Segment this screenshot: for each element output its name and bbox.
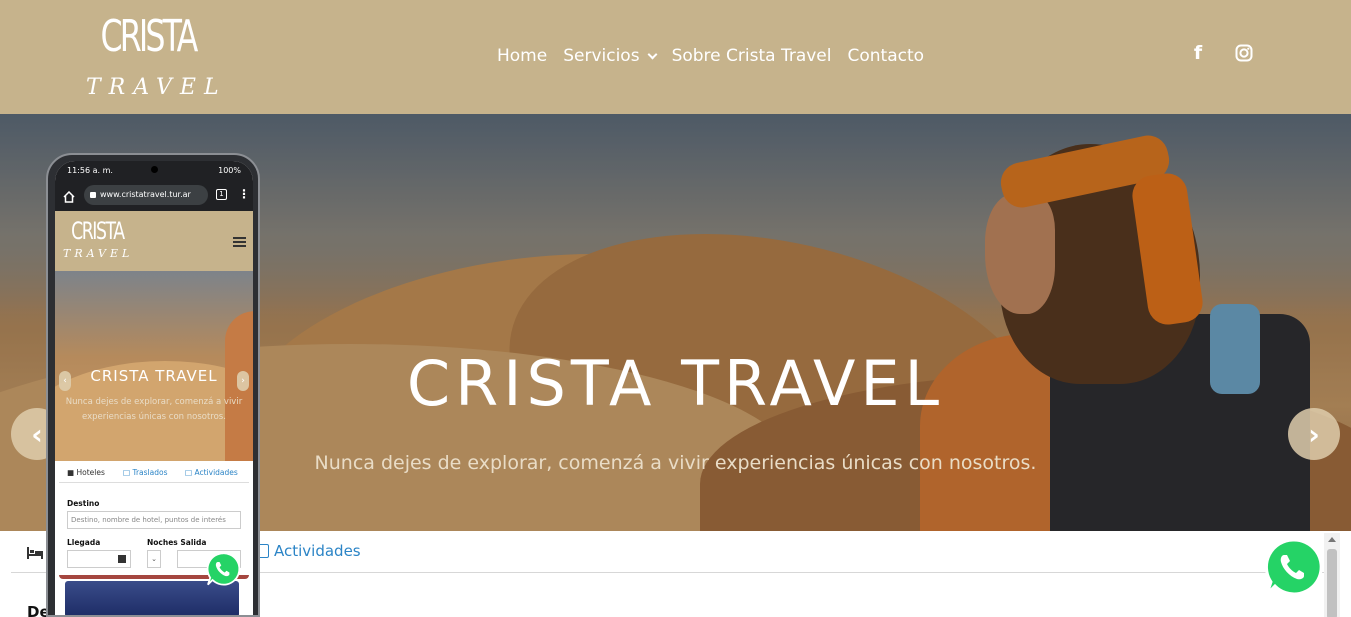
mobile-llegada-label: Llegada <box>67 538 101 547</box>
nav-sobre-crista-travel[interactable]: Sobre Crista Travel <box>672 46 832 66</box>
mobile-hero-subtitle: Nunca dejes de explorar, comenzá a vivir… <box>65 397 243 422</box>
mobile-nights-select[interactable]: ⌄ <box>147 550 161 568</box>
front-camera <box>151 166 158 173</box>
logo-main-text: CRISTA <box>100 11 199 62</box>
calendar-icon <box>118 555 126 563</box>
mobile-slider-prev[interactable]: ‹ <box>59 371 71 391</box>
crista-travel-logo[interactable]: CRISTA TRAVEL <box>86 2 227 108</box>
mobile-hero: CRISTA TRAVEL Nunca dejes de explorar, c… <box>55 271 253 461</box>
browser-menu-icon[interactable]: ⋮ <box>238 187 250 201</box>
slider-next-button[interactable]: › <box>1288 408 1340 460</box>
status-battery: 100% <box>218 166 241 175</box>
mobile-noches-label: Noches Salida <box>147 538 207 547</box>
mobile-whatsapp-icon[interactable] <box>205 551 241 587</box>
scroll-thumb[interactable] <box>1327 549 1337 617</box>
logo-sub-text: TRAVEL <box>86 75 227 100</box>
main-nav: Home Servicios Sobre Crista Travel Conta… <box>497 43 940 69</box>
mobile-logo[interactable]: CRISTA TRAVEL <box>63 213 134 261</box>
tab-actividades[interactable]: Actividades <box>257 542 361 560</box>
url-field[interactable]: www.cristatravel.tur.ar <box>84 185 208 205</box>
mobile-tab-actividades[interactable]: □ Actividades <box>185 468 238 477</box>
nav-home[interactable]: Home <box>497 46 547 66</box>
site-header: CRISTA TRAVEL Home Servicios Sobre Crist… <box>0 0 1351 114</box>
mobile-booking-tabs: ■ Hoteles □ Traslados □ Actividades <box>59 461 249 483</box>
status-time: 11:56 a. m. <box>67 166 113 175</box>
mobile-tab-traslados[interactable]: □ Traslados <box>123 468 168 477</box>
nav-servicios-label: Servicios <box>563 46 640 66</box>
phone-mockup: 11:56 a. m. 100% www.cristatravel.tur.ar… <box>46 153 260 617</box>
mobile-tab-hoteles-label: Hoteles <box>76 468 105 477</box>
mobile-llegada-input[interactable] <box>67 550 131 568</box>
mobile-logo-sub: TRAVEL <box>63 247 134 260</box>
mobile-hero-title: CRISTA TRAVEL <box>90 367 218 385</box>
lock-icon <box>90 192 96 198</box>
home-icon[interactable] <box>63 188 75 203</box>
facebook-icon[interactable]: f <box>1188 42 1208 64</box>
booking-scrollbar[interactable] <box>1324 533 1340 617</box>
phone-screen: 11:56 a. m. 100% www.cristatravel.tur.ar… <box>55 161 253 615</box>
bed-icon[interactable] <box>27 544 43 559</box>
mobile-slider-next[interactable]: › <box>237 371 249 391</box>
url-text: www.cristatravel.tur.ar <box>100 190 191 199</box>
mobile-tab-hoteles[interactable]: ■ Hoteles <box>67 468 105 477</box>
tab-actividades-label: Actividades <box>274 542 361 560</box>
whatsapp-icon[interactable] <box>1262 536 1324 598</box>
mobile-tab-traslados-label: Traslados <box>132 468 168 477</box>
scroll-up-icon[interactable] <box>1328 537 1336 542</box>
browser-url-bar: www.cristatravel.tur.ar 1 ⋮ <box>55 179 253 211</box>
instagram-icon[interactable] <box>1234 42 1254 64</box>
nav-servicios[interactable]: Servicios <box>563 46 658 66</box>
phone-status-bar: 11:56 a. m. 100% <box>55 161 253 179</box>
mobile-logo-main: CRISTA <box>71 217 125 245</box>
nav-contacto[interactable]: Contacto <box>848 46 925 66</box>
hamburger-menu-icon[interactable] <box>233 237 246 247</box>
mobile-tab-actividades-label: Actividades <box>194 468 238 477</box>
chevron-down-icon <box>647 49 658 59</box>
mobile-header: CRISTA TRAVEL <box>55 211 253 271</box>
tabs-count[interactable]: 1 <box>216 189 227 200</box>
mobile-destino-label: Destino <box>67 499 100 508</box>
mobile-destino-input[interactable]: Destino, nombre de hotel, puntos de inte… <box>67 511 241 529</box>
